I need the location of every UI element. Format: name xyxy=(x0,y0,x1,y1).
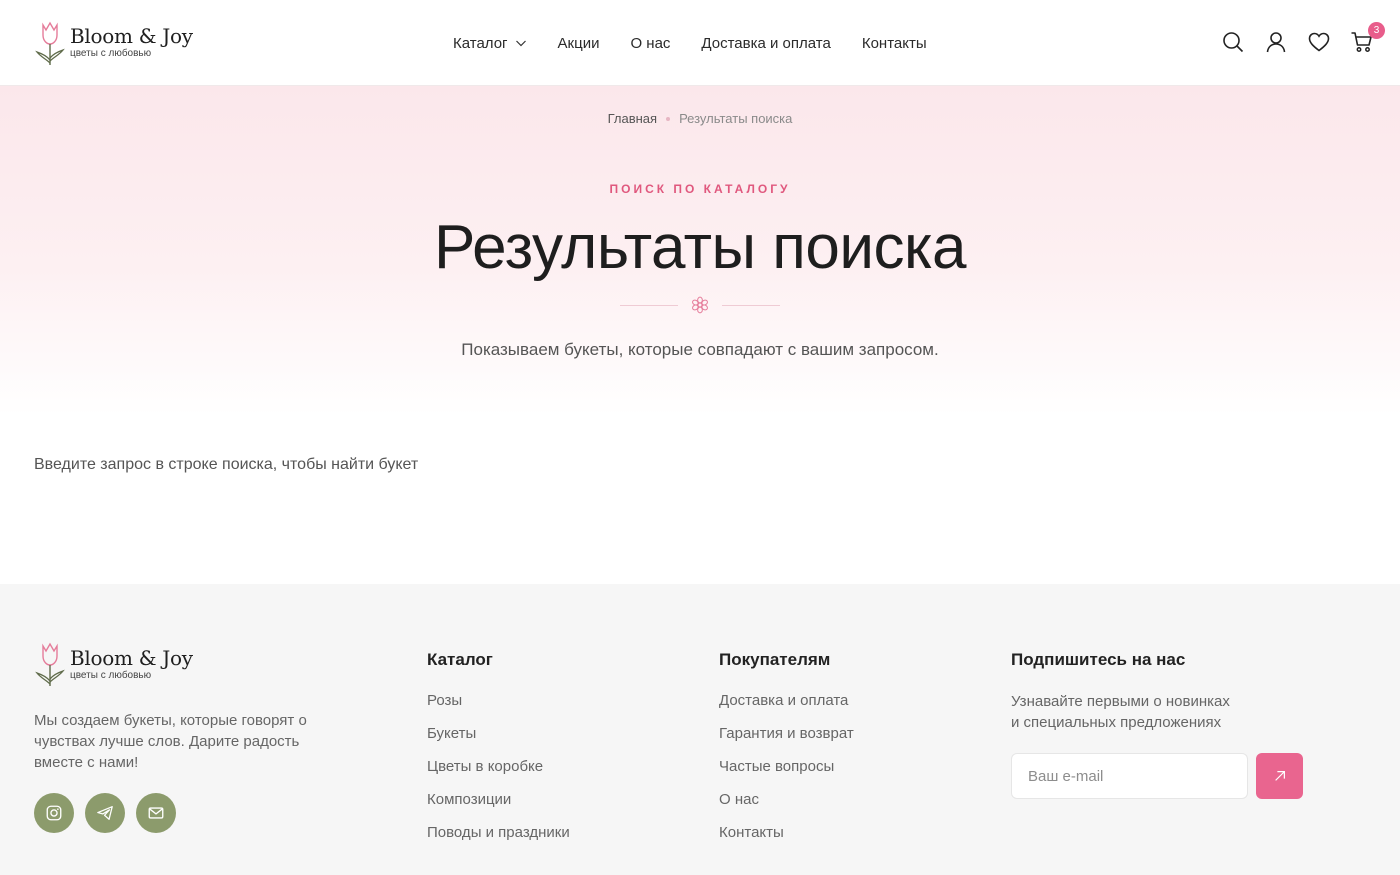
footer-column-title: Подпишитесь на нас xyxy=(1011,650,1186,669)
search-results: Введите запрос в строке поиска, чтобы на… xyxy=(0,416,1400,584)
nav-item-about[interactable]: О нас xyxy=(630,35,670,52)
nav-item-sales[interactable]: Акции xyxy=(558,35,600,52)
main-nav: Каталог Акции О нас Доставка и оплата Ко… xyxy=(453,0,958,86)
brand-name: Bloom & Joy xyxy=(70,645,193,670)
breadcrumb: Главная Результаты поиска xyxy=(0,86,1400,126)
footer-subscribe-column: Подпишитесь на нас Узнавайте первыми о н… xyxy=(1011,650,1303,799)
breadcrumb-separator xyxy=(666,116,671,121)
cart-count-badge: 3 xyxy=(1368,22,1385,39)
footer-link-roses[interactable]: Розы xyxy=(427,691,570,710)
brand-tagline: цветы с любовью xyxy=(70,48,152,59)
email-field[interactable] xyxy=(1011,753,1248,799)
subscribe-form xyxy=(1011,753,1303,799)
chevron-down-icon xyxy=(515,40,526,47)
hero-subtitle: Показываем букеты, которые совпадают с в… xyxy=(461,340,939,359)
site-footer: Bloom & Joy цветы с любовью Мы создаем б… xyxy=(0,584,1400,875)
hero-eyebrow: ПОИСК ПО КАТАЛОГУ xyxy=(609,182,791,196)
breadcrumb-current: Результаты поиска xyxy=(679,111,793,126)
site-header: Bloom & Joy цветы с любовью Каталог Акци… xyxy=(0,0,1400,86)
subscribe-description-line: и специальных предложениях xyxy=(1011,714,1222,731)
telegram-link[interactable] xyxy=(85,793,125,833)
nav-item-label: Акции xyxy=(557,34,600,52)
footer-link-faq[interactable]: Частые вопросы xyxy=(719,757,854,776)
tulip-logo-icon xyxy=(35,642,65,686)
footer-column-title: Каталог xyxy=(427,650,493,669)
tulip-logo-icon xyxy=(35,21,65,65)
breadcrumb-home-link[interactable]: Главная xyxy=(608,111,657,126)
footer-link-about[interactable]: О нас xyxy=(719,790,854,809)
divider-line xyxy=(722,304,780,306)
footer-column-title: Покупателям xyxy=(719,650,831,669)
subscribe-description: Узнавайте первыми о новинках и специальн… xyxy=(1011,691,1271,733)
email-link[interactable] xyxy=(136,793,176,833)
instagram-link[interactable] xyxy=(34,793,74,833)
subscribe-description-line: Узнавайте первыми о новинках xyxy=(1011,693,1230,710)
nav-item-label: О нас xyxy=(630,34,671,52)
footer-about-text: Мы создаем букеты, которые говорят о чув… xyxy=(34,712,307,771)
subscribe-button[interactable] xyxy=(1256,753,1303,799)
footer-catalog-column: Каталог Розы Букеты Цветы в коробке Комп… xyxy=(427,650,570,856)
footer-link-occasions[interactable]: Поводы и праздники xyxy=(427,823,570,842)
header-actions: 3 xyxy=(1202,22,1385,54)
nav-item-label: Доставка и оплата xyxy=(701,34,831,52)
mail-icon xyxy=(148,807,164,819)
footer-link-bouquets[interactable]: Букеты xyxy=(427,724,570,743)
decorative-divider xyxy=(0,296,1400,314)
instagram-icon xyxy=(46,805,62,821)
hero-section: Главная Результаты поиска ПОИСК ПО КАТАЛ… xyxy=(0,86,1400,416)
cart-button[interactable]: 3 xyxy=(1350,22,1385,54)
user-icon xyxy=(1266,32,1286,53)
logo[interactable]: Bloom & Joy цветы с любовью xyxy=(34,19,294,67)
footer-link-flowers-in-box[interactable]: Цветы в коробке xyxy=(427,757,570,776)
search-button[interactable] xyxy=(1221,30,1245,54)
nav-item-label: Контакты xyxy=(861,34,927,52)
nav-item-delivery[interactable]: Доставка и оплата xyxy=(701,35,830,52)
empty-results-message: Введите запрос в строке поиска, чтобы на… xyxy=(34,456,419,473)
wishlist-button[interactable] xyxy=(1307,30,1331,54)
nav-item-catalog[interactable]: Каталог xyxy=(453,35,527,52)
account-button[interactable] xyxy=(1264,30,1288,54)
footer-logo[interactable]: Bloom & Joy цветы с любовью xyxy=(34,640,294,688)
page-title: Результаты поиска xyxy=(434,213,966,282)
footer-brand: Bloom & Joy цветы с любовью Мы создаем б… xyxy=(34,640,334,833)
nav-item-label: Каталог xyxy=(453,34,508,52)
arrow-up-right-icon xyxy=(1274,771,1285,781)
footer-link-warranty[interactable]: Гарантия и возврат xyxy=(719,724,854,743)
footer-link-contacts[interactable]: Контакты xyxy=(719,823,854,842)
brand-tagline: цветы с любовью xyxy=(70,669,152,681)
footer-link-delivery[interactable]: Доставка и оплата xyxy=(719,691,854,710)
footer-link-compositions[interactable]: Композиции xyxy=(427,790,570,809)
heart-icon xyxy=(1308,32,1330,52)
social-links xyxy=(34,793,334,833)
telegram-icon xyxy=(97,806,113,820)
search-icon xyxy=(1223,32,1244,53)
flower-icon xyxy=(692,296,708,314)
footer-customers-column: Покупателям Доставка и оплата Гарантия и… xyxy=(719,650,854,856)
brand-name: Bloom & Joy xyxy=(70,24,193,48)
nav-item-contacts[interactable]: Контакты xyxy=(862,35,927,52)
divider-line xyxy=(620,304,678,306)
